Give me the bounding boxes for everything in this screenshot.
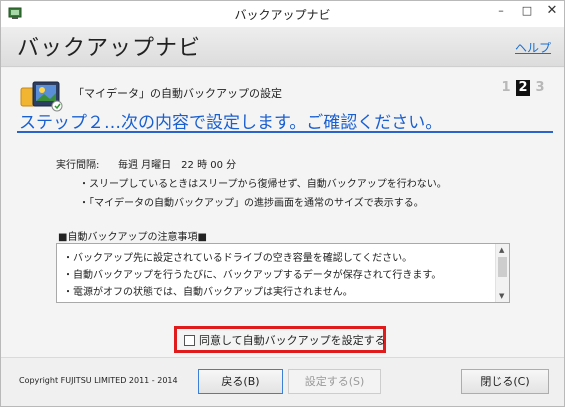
step-indicator: 1 2 3 [499,80,547,96]
schedule-label: 実行間隔: [56,160,100,171]
copyright-text: Copyright FUJITSU LIMITED 2011 - 2014 [19,376,178,385]
heading-divider [17,131,553,133]
step-number-current: 2 [516,80,530,96]
help-link[interactable]: ヘルプ [515,39,551,56]
step-number: 3 [535,80,545,95]
backup-navi-window: バックアップナビ – □ ✕ バックアップナビ ヘルプ 「マイデータ」の自動バッ… [0,0,565,407]
step-number: 1 [501,80,511,95]
task-label: 「マイデータ」の自動バックアップの設定 [73,87,282,100]
app-title: バックアップナビ [17,36,202,61]
minimize-button[interactable]: – [488,1,514,23]
main-content: 「マイデータ」の自動バックアップの設定 1 2 3 ステップ２…次の内容で設定し… [1,68,564,357]
header-band: バックアップナビ ヘルプ [1,27,564,67]
caution-scrollbar[interactable]: ▲ ▼ [495,244,509,302]
agree-checkbox-row[interactable]: 同意して自動バックアップを設定する [184,332,386,348]
footer: Copyright FUJITSU LIMITED 2011 - 2014 戻る… [1,357,564,406]
caution-line: ・自動バックアップを行うたびに、バックアップするデータが保存されて行きます。 [63,270,442,281]
note-sleep: ・スリープしているときはスリープから復帰せず、自動バックアップを行わない。 [79,179,447,190]
caution-title: ■自動バックアップの注意事項■ [58,232,207,243]
close-button[interactable]: 閉じる(C) [461,369,549,394]
scroll-thumb[interactable] [498,257,507,277]
agree-checkbox[interactable] [184,334,195,346]
step-heading: ステップ２…次の内容で設定します。ご確認ください。 [19,113,443,133]
title-bar[interactable]: バックアップナビ – □ ✕ [1,1,564,27]
note-progress-size: ・「マイデータの自動バックアップ」の進捗画面を通常のサイズで表示する。 [79,198,424,209]
back-button[interactable]: 戻る(B) [198,369,283,394]
scroll-down-arrow-icon[interactable]: ▼ [499,292,504,300]
schedule-value: 毎週 月曜日 22 時 00 分 [118,160,237,171]
scroll-up-arrow-icon[interactable]: ▲ [499,246,504,254]
maximize-button[interactable]: □ [514,1,540,23]
close-window-button[interactable]: ✕ [540,1,564,23]
caution-line: ・バックアップ先に設定されているドライブの空き容量を確認してください。 [63,253,413,264]
window-title: バックアップナビ [234,8,331,22]
caution-textbox[interactable]: ・バックアップ先に設定されているドライブの空き容量を確認してください。 ・自動バ… [56,243,510,303]
agree-label[interactable]: 同意して自動バックアップを設定する [199,332,386,348]
caution-line: ・電源がオフの状態では、自動バックアップは実行されません。 [63,287,353,298]
set-button[interactable]: 設定する(S) [288,369,381,394]
